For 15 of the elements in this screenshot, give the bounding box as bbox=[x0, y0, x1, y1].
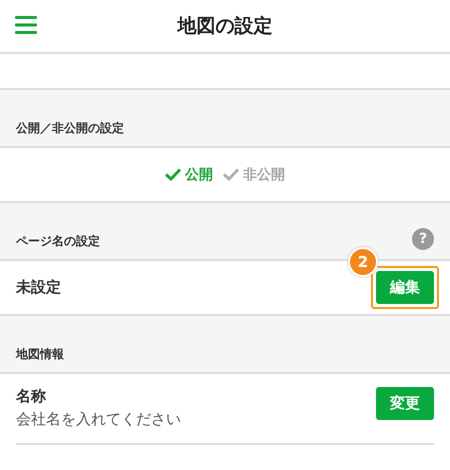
visibility-option[interactable]: 非公開 bbox=[223, 166, 285, 184]
section-label: ページ名の設定 bbox=[16, 233, 100, 250]
help-icon[interactable]: ? bbox=[412, 228, 434, 250]
edit-button[interactable]: 編集 bbox=[376, 271, 434, 304]
change-button[interactable]: 変更 bbox=[376, 387, 434, 420]
section-label: 公開／非公開の設定 bbox=[16, 120, 124, 137]
field-name: 名称 bbox=[16, 387, 47, 406]
page-name-value: 未設定 bbox=[16, 278, 61, 297]
visibility-option[interactable]: 公開 bbox=[165, 166, 213, 184]
field-value: 会社名を入れてください bbox=[16, 410, 181, 429]
page-title: 地図の設定 bbox=[178, 14, 272, 39]
menu-icon[interactable] bbox=[15, 16, 37, 34]
check-icon bbox=[223, 168, 239, 181]
check-icon bbox=[165, 168, 181, 181]
section-label: 地図情報 bbox=[16, 346, 64, 363]
